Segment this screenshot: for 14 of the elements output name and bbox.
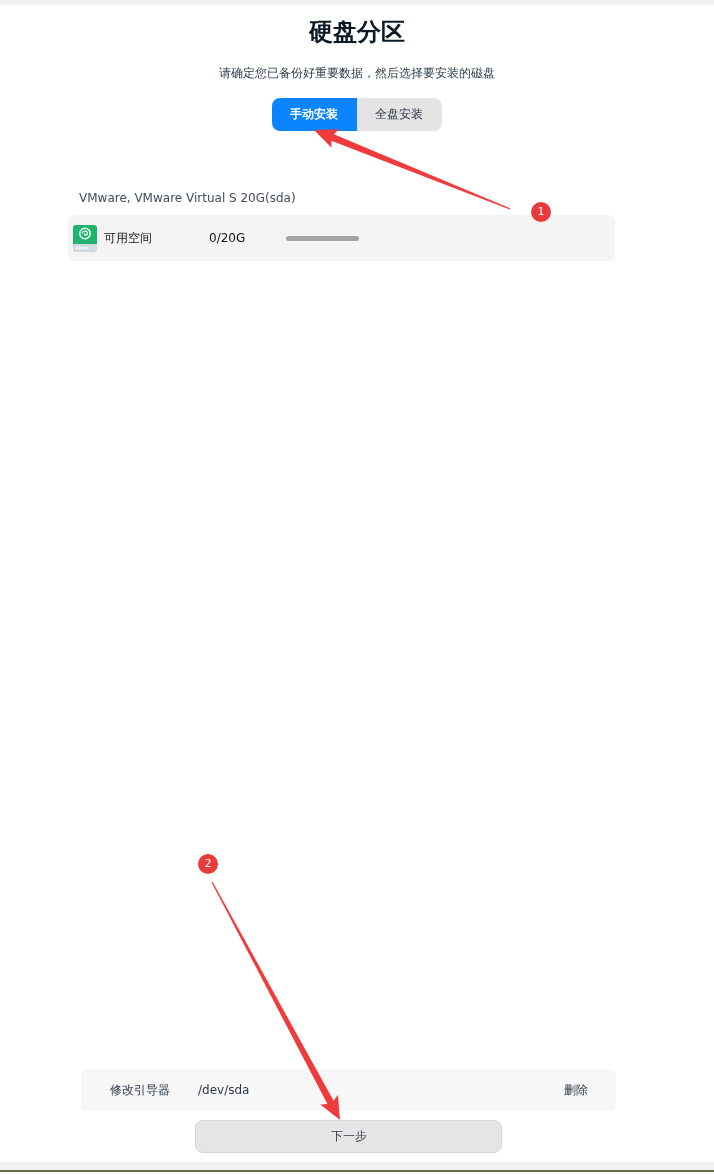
install-mode-tab[interactable]: 手动安装 (271, 98, 357, 131)
page-title: 硬盘分区 (308, 17, 406, 47)
delete-button[interactable]: 删除 (564, 1081, 588, 1099)
annotation-badge: 2 (198, 854, 218, 874)
install-mode-tab[interactable]: 全盘安装 (356, 98, 442, 131)
annotation-badge: 1 (531, 202, 551, 222)
partition-size: 0/20G (209, 231, 247, 245)
partition-row[interactable]: 可用空间 0/20G (68, 215, 615, 261)
page-subtitle: 请确定您已备份好重要数据，然后选择要安装的磁盘 (218, 65, 496, 82)
disk-name: VMware, VMware Virtual S 20G(sda) (79, 191, 296, 205)
next-button[interactable]: 下一步 (195, 1120, 502, 1153)
bootloader-device: /dev/sda (198, 1083, 250, 1097)
partition-label: 可用空间 (104, 229, 153, 247)
bootloader-label: 修改引导器 (110, 1081, 171, 1099)
